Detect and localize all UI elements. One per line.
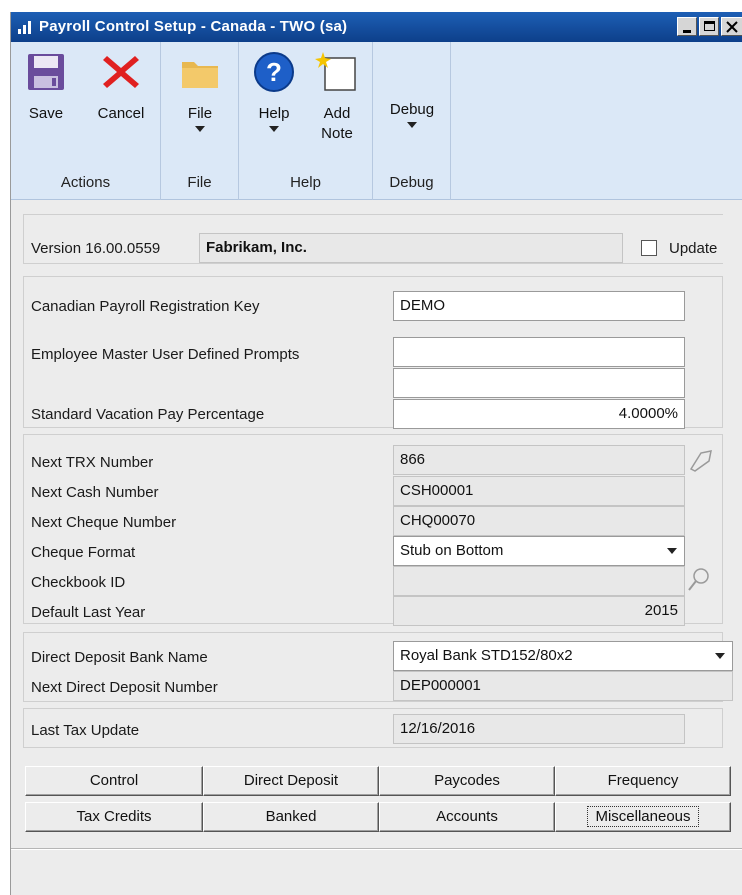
bottom-divider	[11, 848, 742, 850]
next-dd-value: DEP000001	[393, 671, 733, 701]
cheque-format-value: Stub on Bottom	[400, 542, 504, 559]
registration-key-label: Canadian Payroll Registration Key	[31, 298, 260, 315]
cancel-button[interactable]: Cancel	[89, 50, 153, 124]
vacation-input[interactable]: 4.0000%	[393, 399, 685, 429]
tab-banked[interactable]: Banked	[203, 802, 379, 832]
cancel-label: Cancel	[97, 105, 145, 122]
ribbon-group-actions: Save Cancel Actions	[11, 42, 161, 200]
next-trx-label: Next TRX Number	[31, 454, 154, 471]
tab-accounts[interactable]: Accounts	[379, 802, 555, 832]
dd-bank-select[interactable]: Royal Bank STD152/80x2	[393, 641, 733, 671]
payroll-control-setup-window: Payroll Control Setup - Canada - TWO (sa…	[10, 12, 742, 895]
update-checkbox[interactable]	[641, 240, 657, 256]
lookup-icon[interactable]	[685, 445, 713, 475]
close-icon	[726, 21, 738, 33]
next-cheque-value: CHQ00070	[393, 506, 685, 536]
tab-paycodes-label: Paycodes	[434, 772, 500, 789]
checkbook-label: Checkbook ID	[31, 574, 126, 591]
save-button[interactable]: Save	[19, 50, 73, 124]
chevron-down-icon[interactable]	[662, 540, 682, 562]
next-cheque-label: Next Cheque Number	[31, 514, 177, 531]
tab-tax-credits-label: Tax Credits	[76, 808, 152, 825]
maximize-button[interactable]	[699, 17, 719, 36]
next-trx-value: 866	[393, 445, 685, 475]
save-icon	[28, 54, 64, 90]
ribbon-group-debug-label: Debug	[389, 174, 434, 191]
ribbon-group-help-label: Help	[290, 174, 321, 191]
tab-frequency[interactable]: Frequency	[555, 766, 731, 796]
version-label: Version 16.00.0559	[31, 240, 161, 257]
minimize-icon	[683, 30, 691, 33]
chevron-down-icon	[269, 126, 279, 132]
help-button[interactable]: ? Help	[247, 50, 301, 132]
next-cash-label: Next Cash Number	[31, 484, 159, 501]
next-dd-label: Next Direct Deposit Number	[31, 679, 218, 696]
last-tax-value: 12/16/2016	[393, 714, 685, 744]
last-tax-label: Last Tax Update	[31, 722, 140, 739]
dd-bank-value: Royal Bank STD152/80x2	[400, 647, 573, 664]
prompt1-input[interactable]	[393, 337, 685, 367]
tab-direct-deposit[interactable]: Direct Deposit	[203, 766, 379, 796]
tab-paycodes[interactable]: Paycodes	[379, 766, 555, 796]
form-area: Version 16.00.0559 Fabrikam, Inc. Update…	[11, 200, 742, 895]
window-title: Payroll Control Setup - Canada - TWO (sa…	[39, 18, 348, 35]
add-note-label-1: Add	[323, 105, 351, 122]
company-name: Fabrikam, Inc.	[199, 233, 623, 263]
default-year-label: Default Last Year	[31, 604, 146, 621]
title-bar: Payroll Control Setup - Canada - TWO (sa…	[11, 12, 742, 42]
add-note-button[interactable]: Add Note	[307, 50, 367, 144]
close-button[interactable]	[721, 17, 742, 36]
ribbon-group-help: ? Help Add Note Help	[239, 42, 373, 200]
update-label: Update	[669, 240, 718, 257]
ribbon-group-file: File File	[161, 42, 239, 200]
debug-label: Debug	[389, 101, 435, 118]
cheque-format-label: Cheque Format	[31, 544, 136, 561]
registration-key-input[interactable]: DEMO	[393, 291, 685, 321]
vacation-label: Standard Vacation Pay Percentage	[31, 406, 265, 423]
default-year-value: 2015	[393, 596, 685, 626]
minimize-button[interactable]	[677, 17, 697, 36]
prompts-label: Employee Master User Defined Prompts	[31, 346, 300, 363]
tab-frequency-label: Frequency	[607, 772, 679, 789]
next-cash-value: CSH00001	[393, 476, 685, 506]
tab-control-label: Control	[89, 772, 139, 789]
chevron-down-icon	[407, 122, 417, 128]
add-note-label-2: Note	[321, 125, 353, 142]
maximize-icon	[704, 21, 715, 31]
cancel-icon	[103, 56, 139, 88]
save-label: Save	[28, 105, 64, 122]
tab-tax-credits[interactable]: Tax Credits	[25, 802, 203, 832]
lookup-icon[interactable]	[685, 564, 713, 594]
ribbon-group-file-label: File	[187, 174, 212, 191]
app-icon	[18, 21, 31, 34]
dd-bank-label: Direct Deposit Bank Name	[31, 649, 208, 666]
tab-direct-deposit-label: Direct Deposit	[243, 772, 339, 789]
cheque-format-select[interactable]: Stub on Bottom	[393, 536, 685, 566]
tab-accounts-label: Accounts	[436, 808, 498, 825]
folder-icon	[182, 62, 218, 88]
help-label: Help	[258, 105, 290, 122]
tab-miscellaneous-label: Miscellaneous	[587, 806, 699, 827]
tab-control[interactable]: Control	[25, 766, 203, 796]
ribbon-group-debug: Debug Debug	[373, 42, 451, 200]
debug-button[interactable]: Debug	[379, 100, 445, 128]
help-icon: ?	[254, 52, 294, 92]
ribbon: Save Cancel Actions File File ? Help Add…	[11, 42, 742, 200]
file-label: File	[187, 105, 213, 122]
prompt2-input[interactable]	[393, 368, 685, 398]
svg-text:?: ?	[266, 57, 282, 87]
checkbook-value	[393, 566, 685, 596]
tab-banked-label: Banked	[265, 808, 317, 825]
file-button[interactable]: File	[173, 50, 227, 132]
tab-miscellaneous[interactable]: Miscellaneous	[555, 802, 731, 832]
chevron-down-icon	[195, 126, 205, 132]
ribbon-group-actions-label: Actions	[60, 174, 111, 191]
add-note-icon	[315, 52, 356, 91]
chevron-down-icon[interactable]	[710, 645, 730, 667]
